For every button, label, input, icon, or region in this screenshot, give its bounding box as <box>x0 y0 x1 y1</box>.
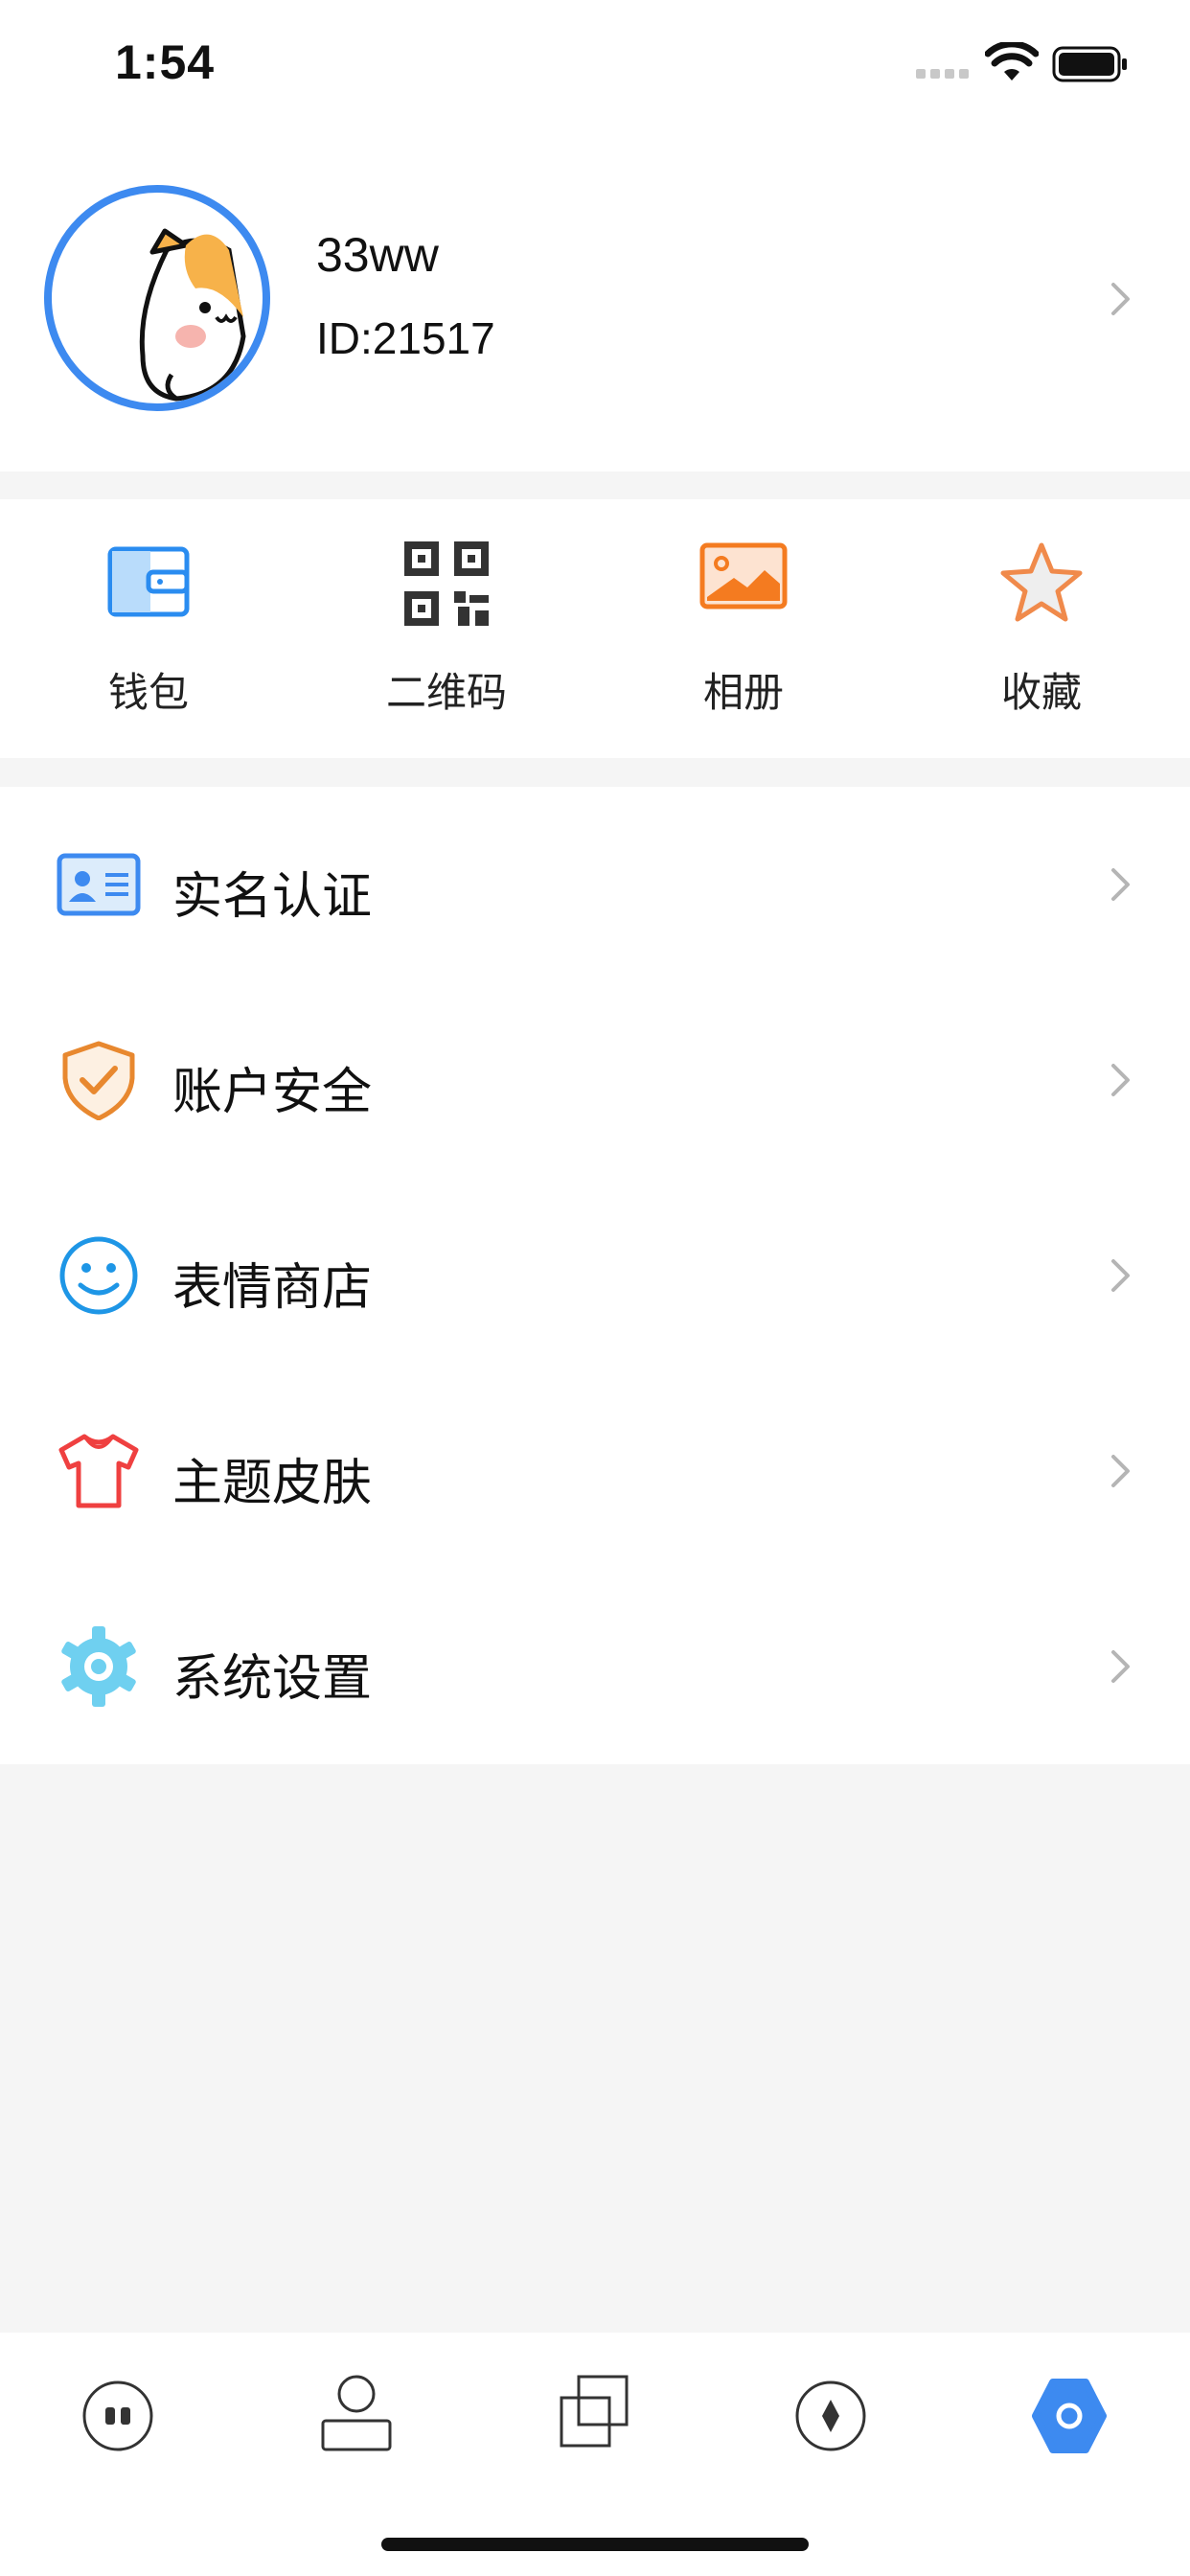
chevron-right-icon <box>1111 1259 1130 1292</box>
battery-icon <box>1052 46 1127 82</box>
menu-item-theme-skin[interactable]: 主题皮肤 <box>0 1373 1190 1569</box>
favorites-button[interactable]: 收藏 <box>946 499 1137 758</box>
tab-settings[interactable] <box>1017 2363 1122 2469</box>
wifi-icon <box>985 42 1039 80</box>
qr-code-icon <box>404 541 489 626</box>
id-card-icon <box>57 853 141 916</box>
star-icon <box>1000 542 1083 622</box>
menu-item-system-settings[interactable]: 系统设置 <box>0 1569 1190 1764</box>
qr-code-label: 二维码 <box>385 670 507 715</box>
shield-check-icon <box>62 1041 135 1120</box>
user-id: ID:21517 <box>316 313 495 363</box>
chat-bubble-icon <box>82 2380 153 2451</box>
tab-chats[interactable] <box>65 2363 171 2469</box>
menu-item-real-name[interactable]: 实名认证 <box>0 787 1190 982</box>
status-time: 1:54 <box>115 35 216 89</box>
qr-code-button[interactable]: 二维码 <box>351 499 542 758</box>
smiley-icon <box>59 1236 138 1315</box>
photo-album-icon <box>699 542 788 610</box>
profile-chevron-right-icon <box>1111 283 1130 315</box>
chevron-right-icon <box>1111 868 1130 901</box>
gear-icon <box>61 1626 136 1707</box>
username: 33ww <box>316 228 439 282</box>
compass-icon <box>795 2380 866 2451</box>
avatar[interactable] <box>44 185 270 411</box>
photo-album-label: 相册 <box>702 670 784 715</box>
menu-label: 账户安全 <box>172 1065 373 1120</box>
tab-explore[interactable] <box>778 2363 883 2469</box>
menu-item-account-security[interactable]: 账户安全 <box>0 982 1190 1178</box>
wallet-button[interactable]: 钱包 <box>53 499 244 758</box>
tab-contacts[interactable] <box>304 2363 409 2469</box>
favorites-label: 收藏 <box>1000 670 1082 715</box>
chevron-right-icon <box>1111 1064 1130 1096</box>
wallet-label: 钱包 <box>107 670 189 715</box>
cat-avatar-icon <box>139 228 246 402</box>
tab-discover[interactable] <box>542 2363 648 2469</box>
menu-item-sticker-store[interactable]: 表情商店 <box>0 1178 1190 1373</box>
menu-label: 系统设置 <box>172 1651 373 1707</box>
menu-label: 实名认证 <box>172 869 373 925</box>
chevron-right-icon <box>1111 1650 1130 1683</box>
contacts-icon <box>321 2375 392 2451</box>
menu-label: 表情商店 <box>172 1260 373 1316</box>
wallet-icon <box>107 546 190 617</box>
home-indicator <box>381 2538 809 2551</box>
cellular-signal-icon <box>916 69 969 79</box>
menu-label: 主题皮肤 <box>172 1456 373 1511</box>
squares-icon <box>560 2375 629 2448</box>
settings-hexagon-icon <box>1032 2379 1107 2453</box>
chevron-right-icon <box>1111 1455 1130 1487</box>
tshirt-icon <box>58 1434 139 1508</box>
photo-album-button[interactable]: 相册 <box>648 499 839 758</box>
